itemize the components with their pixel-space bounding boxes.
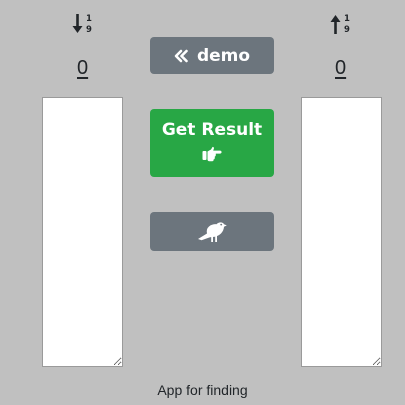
sort-numeric-up-icon: 1 9 — [330, 12, 354, 36]
crow-icon — [197, 221, 227, 243]
svg-text:9: 9 — [86, 25, 92, 35]
crow-button[interactable] — [150, 212, 274, 251]
get-result-button[interactable]: Get Result — [150, 109, 274, 177]
left-list-textarea[interactable] — [42, 97, 123, 367]
demo-button[interactable]: demo — [150, 37, 274, 74]
footer-text: App for finding — [157, 382, 248, 398]
right-list-textarea[interactable] — [301, 97, 382, 367]
get-result-label: Get Result — [161, 120, 263, 140]
svg-text:1: 1 — [86, 14, 92, 24]
demo-button-label: demo — [196, 45, 251, 66]
double-chevron-left-icon — [174, 49, 188, 63]
svg-text:1: 1 — [344, 14, 350, 24]
svg-text:9: 9 — [344, 25, 350, 35]
right-count[interactable]: 0 — [335, 58, 346, 78]
left-count[interactable]: 0 — [77, 58, 88, 78]
hand-point-right-icon — [202, 146, 222, 162]
sort-numeric-down-icon: 1 9 — [72, 12, 96, 36]
